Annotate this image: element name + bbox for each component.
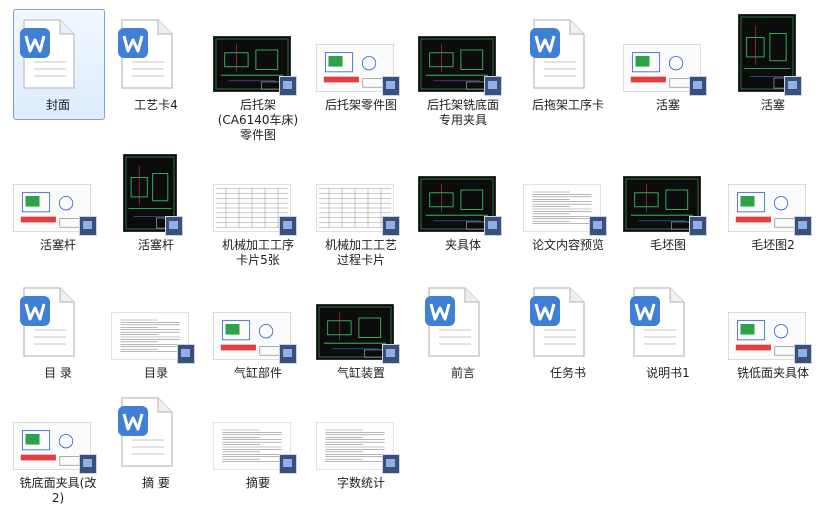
word-document-icon [118, 397, 173, 467]
image-file-badge-icon [382, 216, 400, 236]
file-name-label: 论文内容预览 [531, 238, 604, 252]
image-file-badge-icon [382, 76, 400, 96]
file-name-label: 活塞杆 [39, 238, 76, 252]
image-file-badge-icon [784, 76, 802, 96]
file-name-label: 气缸部件 [233, 366, 282, 380]
file-name-label: 毛坯图 [649, 238, 686, 252]
file-name-label: 夹具体 [444, 238, 481, 252]
image-file-badge-icon [279, 344, 297, 364]
file-name-label: 后托架铣底面 专用夹具 [426, 98, 499, 127]
file-name-label: 任务书 [549, 366, 586, 380]
file-name-label: 字数统计 [336, 476, 385, 490]
file-name-label: 活塞杆 [137, 238, 174, 252]
image-file-badge-icon [794, 344, 812, 364]
file-name-label: 铣低面夹具体 [736, 366, 809, 380]
image-file-badge-icon [484, 216, 502, 236]
file-name-label: 气缸装置 [336, 366, 385, 380]
file-name-label: 目录 [143, 366, 168, 380]
word-document-icon [425, 287, 480, 357]
word-document-icon [20, 19, 75, 89]
word-document-icon [530, 287, 585, 357]
file-name-label: 后托架 (CA6140车床) 零件图 [217, 98, 299, 142]
file-name-label: 摘要 [245, 476, 270, 490]
image-file-badge-icon [79, 454, 97, 474]
image-file-badge-icon [484, 76, 502, 96]
file-name-label: 活塞 [655, 98, 680, 112]
word-document-icon [630, 287, 685, 357]
file-name-label: 后托架零件图 [324, 98, 397, 112]
word-document-icon [118, 19, 173, 89]
image-file-badge-icon [79, 216, 97, 236]
file-name-label: 说明书1 [646, 366, 690, 380]
image-file-badge-icon [382, 454, 400, 474]
image-file-badge-icon [589, 216, 607, 236]
file-name-label: 铣底面夹具(改 2) [19, 476, 97, 505]
file-name-label: 目 录 [44, 366, 72, 380]
image-file-badge-icon [279, 76, 297, 96]
image-file-badge-icon [794, 216, 812, 236]
file-name-label: 机械加工工序 卡片5张 [221, 238, 294, 267]
file-name-label: 活塞 [760, 98, 785, 112]
word-document-icon [20, 287, 75, 357]
file-name-label: 前言 [450, 366, 475, 380]
file-name-label: 毛坯图2 [751, 238, 795, 252]
image-file-badge-icon [177, 344, 195, 364]
file-name-label: 工艺卡4 [134, 98, 178, 112]
image-file-badge-icon [382, 344, 400, 364]
image-file-badge-icon [279, 216, 297, 236]
image-file-badge-icon [165, 216, 183, 236]
file-name-label: 封面 [45, 98, 70, 112]
file-name-label: 后拖架工序卡 [531, 98, 604, 112]
image-file-badge-icon [689, 216, 707, 236]
image-file-badge-icon [279, 454, 297, 474]
file-name-label: 机械加工工艺 过程卡片 [324, 238, 397, 267]
image-file-badge-icon [689, 76, 707, 96]
word-document-icon [530, 19, 585, 89]
file-name-label: 摘 要 [142, 476, 170, 490]
